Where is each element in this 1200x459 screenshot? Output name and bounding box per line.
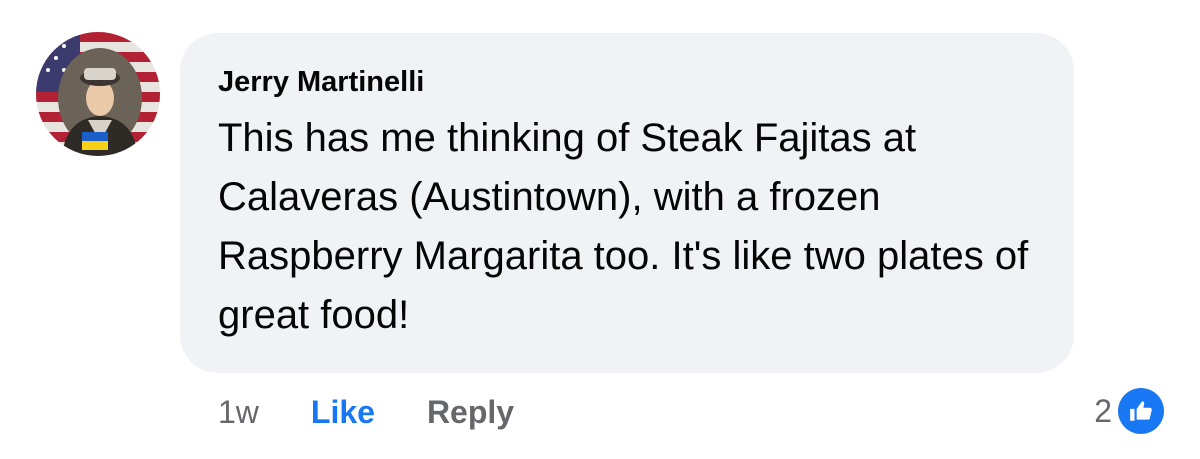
avatar[interactable] [36, 32, 160, 156]
avatar-image [36, 32, 160, 156]
timestamp[interactable]: 1w [218, 394, 259, 431]
thumbs-up-icon [1118, 388, 1164, 434]
reaction-summary[interactable]: 2 [1094, 386, 1164, 436]
comment-text: This has me thinking of Steak Fajitas at… [218, 116, 1029, 337]
comment: Jerry Martinelli This has me thinking of… [0, 0, 1200, 459]
comment-actions: 1w Like Reply [218, 392, 514, 432]
reply-button[interactable]: Reply [427, 394, 514, 431]
comment-bubble: Jerry Martinelli This has me thinking of… [180, 33, 1074, 373]
author-name[interactable]: Jerry Martinelli [218, 65, 1036, 99]
reaction-count: 2 [1094, 392, 1112, 429]
like-button[interactable]: Like [311, 394, 375, 431]
